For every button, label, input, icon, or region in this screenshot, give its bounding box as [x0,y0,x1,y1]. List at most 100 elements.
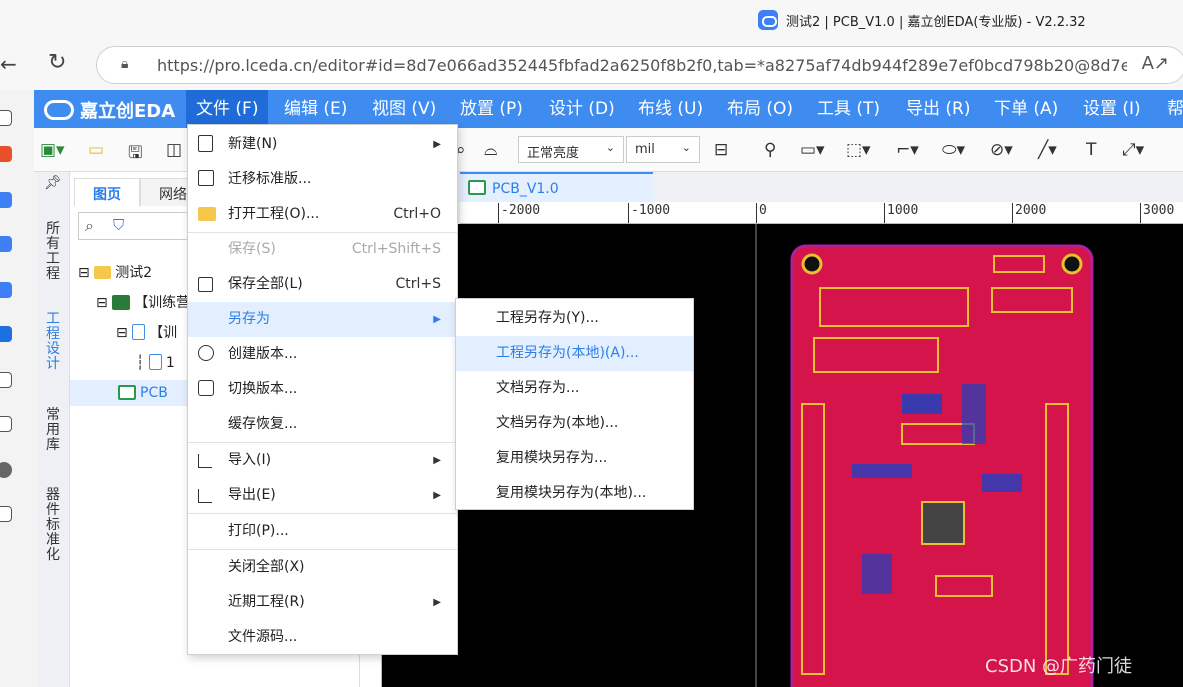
menu-settings[interactable]: 设置 (I) [1073,90,1151,128]
menu-file[interactable]: 文件 (F) [186,90,269,128]
menu-item-label: 近期工程(R) [228,594,305,610]
browser-sidebar [0,90,20,687]
tab-icon[interactable] [0,236,12,252]
chevron-down-icon: ⌄ [605,141,615,154]
window-title-text: 测试2 | PCB_V1.0 | 嘉立创EDA(专业版) - V2.2.32 [786,14,1086,30]
tab-project-design[interactable]: 工程设计 [44,312,62,372]
read-aloud-icon[interactable]: A↗ [1142,53,1169,74]
brand-text: 嘉立创EDA [80,101,176,122]
select-rect-icon[interactable]: ▭▾ [800,140,825,160]
tab-label: PCB_V1.0 [492,181,559,197]
save-icon[interactable]: 🖫︎ [128,140,142,169]
brightness-select[interactable]: 正常亮度 ⌄ [518,136,624,163]
tab-icon[interactable] [0,282,12,298]
new-pcb-icon[interactable]: ▣▾ [40,140,65,160]
menu-item-label: 迁移标准版... [228,171,312,187]
schematic-icon [132,324,146,340]
dimension-icon[interactable]: ⤢▾ [1122,140,1144,160]
tab-pages[interactable]: 图页 [74,178,140,206]
menu-export[interactable]: 导出 (R) [896,90,980,128]
menu-item-recent-projects[interactable]: 近期工程(R) ▶ [188,585,457,620]
menu-item-create-version[interactable]: 创建版本... [188,337,457,372]
tab-icon[interactable] [0,110,12,126]
menu-item-label: 工程另存为(本地)(A)... [496,345,639,361]
search-input[interactable]: ⌕ ⛉ [78,212,198,240]
menu-view[interactable]: 视图 (V) [362,90,446,128]
folder-icon [94,266,112,279]
tab-all-projects[interactable]: 所有工程 [44,222,62,282]
submenu-item-reuse-module-save-as-local[interactable]: 复用模块另存为(本地)... [456,476,693,511]
migrate-icon [198,170,214,186]
menu-item-print[interactable]: 打印(P)... [188,514,457,549]
menu-order[interactable]: 下单 (A) [984,90,1068,128]
back-icon[interactable]: ← [0,52,17,76]
lock-icon: 🔒︎ [121,56,129,72]
reload-icon[interactable]: ↻ [48,50,66,75]
menu-item-close-all[interactable]: 关闭全部(X) [188,550,457,585]
tree-item-project[interactable]: ⊟ 测试2 [78,260,152,286]
menu-item-open-project[interactable]: 打开工程(O)... Ctrl+O [188,197,457,232]
ellipse-icon[interactable]: ⬭▾ [942,140,965,160]
probe-icon[interactable]: ⚲ [764,140,776,160]
submenu-item-document-save-as-local[interactable]: 文档另存为(本地)... [456,406,693,441]
menu-item-file-source[interactable]: 文件源码... [188,620,457,655]
url-text[interactable]: https://pro.lceda.cn/editor#id=8d7e066ad… [157,56,1127,75]
line-icon[interactable]: ╱▾ [1038,140,1057,160]
tree-item-schematic[interactable]: ⊟ 【训 [116,320,177,346]
menu-layout[interactable]: 布局 (O) [717,90,803,128]
menu-item-label: 文档另存为(本地)... [496,415,619,431]
menu-design[interactable]: 设计 (D) [539,90,625,128]
measure-icon[interactable]: ⊟ [714,140,728,160]
folder-icon[interactable]: ▭ [88,140,104,160]
import-icon [198,454,212,468]
tab-icon[interactable] [0,506,12,522]
tree-item-label: PCB [140,385,168,401]
address-bar[interactable]: 🔒︎ https://pro.lceda.cn/editor#id=8d7e06… [96,46,1183,84]
tab-device-standardization[interactable]: 器件标准化 [44,488,62,563]
menu-help[interactable]: 帮 [1157,90,1183,128]
menu-place[interactable]: 放置 (P) [450,90,533,128]
menu-edit[interactable]: 编辑 (E) [274,90,357,128]
no-symbol-icon[interactable]: ⊘▾ [990,140,1013,160]
text-icon[interactable]: T [1086,140,1096,160]
tab-icon[interactable] [0,462,12,478]
select-area-icon[interactable]: ⬚▾ [846,140,871,160]
menu-item-cache-restore[interactable]: 缓存恢复... [188,407,457,442]
tree-item-board[interactable]: ⊟ 【训练营 [96,290,190,316]
menu-item-export[interactable]: 导出(E) ▶ [188,478,457,513]
brightness-icon[interactable]: ⌓ [484,140,497,160]
menu-item-new[interactable]: 新建(N) ▶ [188,127,457,162]
tab-icon[interactable] [0,372,12,388]
submenu-item-document-save-as[interactable]: 文档另存为... [456,371,693,406]
shape-icon[interactable]: ⌐▾ [896,140,919,160]
unit-select[interactable]: mil ⌄ [626,136,700,163]
submenu-item-project-save-as-local[interactable]: 工程另存为(本地)(A)... [456,336,693,371]
menu-item-save-as[interactable]: 另存为 ▶ [188,302,457,337]
document-tab-bar: PCB_V1.0 [360,172,1183,202]
menu-item-migrate[interactable]: 迁移标准版... [188,162,457,197]
submenu-item-reuse-module-save-as[interactable]: 复用模块另存为... [456,441,693,476]
tab-pcb-document[interactable]: PCB_V1.0 [460,172,653,202]
app-logo-icon [758,10,778,30]
filter-icon[interactable]: ⛉ [113,216,124,234]
tab-icon[interactable] [0,146,12,162]
pin-icon[interactable]: 📌︎ [44,176,62,191]
menu-item-import[interactable]: 导入(I) ▶ [188,443,457,478]
window-title: 测试2 | PCB_V1.0 | 嘉立创EDA(专业版) - V2.2.32 [758,10,1086,30]
version-switch-icon [198,380,214,396]
ruler-label: 1000 [884,203,918,223]
tab-icon[interactable] [0,192,12,208]
chevron-right-icon: ▶ [433,139,441,150]
tree-item-sheet[interactable]: ┆ 1 [136,350,175,376]
tab-common-library[interactable]: 常用库 [44,408,62,453]
tab-icon[interactable] [0,326,12,342]
menu-item-switch-version[interactable]: 切换版本... [188,372,457,407]
camera-icon[interactable]: ◫ [166,140,182,160]
menu-item-save-all[interactable]: 保存全部(L) Ctrl+S [188,267,457,302]
submenu-item-project-save-as[interactable]: 工程另存为(Y)... [456,301,693,336]
tab-icon[interactable] [0,416,12,432]
search-icon: ⌕ [85,216,94,235]
tree-item-pcb[interactable]: PCB [70,380,188,406]
menu-tools[interactable]: 工具 (T) [807,90,890,128]
menu-route[interactable]: 布线 (U) [628,90,713,128]
